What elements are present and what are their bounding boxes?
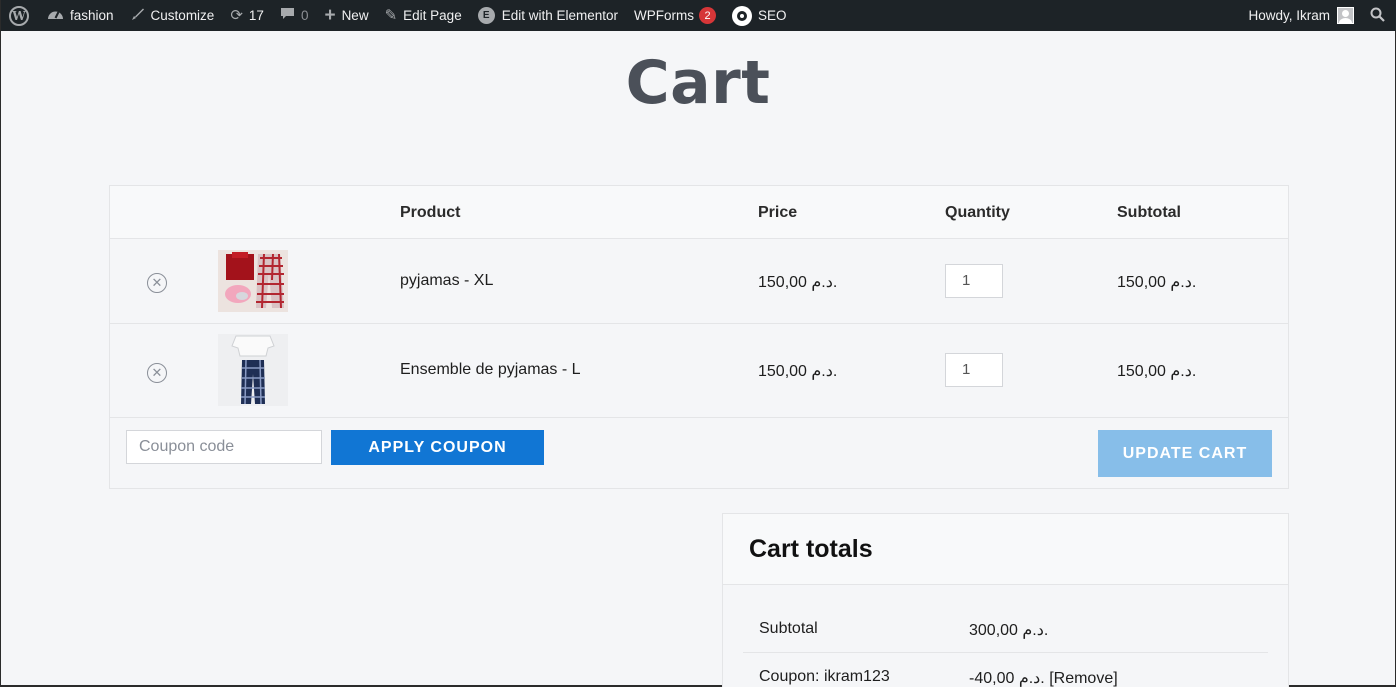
admin-bar: W fashion Customize ⟳ 17 0 + New ✎ Edit …	[1, 0, 1396, 31]
wpforms-notification-badge: 2	[699, 7, 717, 24]
edit-page-link[interactable]: ✎ Edit Page	[377, 0, 470, 31]
apply-coupon-button[interactable]: APPLY COUPON	[331, 430, 544, 465]
my-account-menu[interactable]: Howdy, Ikram	[1240, 0, 1362, 31]
customize-label: Customize	[150, 8, 215, 23]
remove-item-button[interactable]: ✕	[147, 273, 167, 293]
header-price: Price	[758, 204, 798, 221]
howdy-label: Howdy, Ikram	[1248, 8, 1330, 23]
site-name-menu[interactable]: fashion	[39, 0, 122, 31]
edit-page-label: Edit Page	[403, 8, 462, 23]
wpforms-menu[interactable]: WPForms 2	[626, 0, 724, 31]
refresh-icon: ⟳	[230, 7, 243, 24]
coupon-label: Coupon: ikram123	[759, 668, 890, 685]
page-title: Cart	[625, 48, 771, 118]
comments-link[interactable]: 0	[272, 0, 317, 31]
cart-item-row: ✕ pyjamas - XL 150,00 د.م. 1 150,00 د.م.	[110, 239, 1288, 324]
coupon-value: -40,00 د.م.	[969, 670, 1045, 687]
product-thumbnail[interactable]	[218, 250, 288, 312]
new-label: New	[341, 8, 369, 23]
quantity-input[interactable]: 1	[945, 353, 1003, 387]
new-content-menu[interactable]: + New	[316, 0, 376, 31]
totals-divider	[743, 652, 1268, 653]
pyjamas-xl-image	[218, 250, 288, 312]
coupon-discount: -40,00 د.م. [Remove]	[969, 668, 1118, 687]
cart-item-row: ✕ Ensemble de pyjamas - L 150,00 د.م. 1 …	[110, 324, 1288, 418]
elementor-icon: E	[477, 7, 495, 24]
quantity-input[interactable]: 1	[945, 264, 1003, 298]
subtotal-value: 300,00 د.م.	[969, 622, 1049, 639]
site-name-label: fashion	[70, 8, 114, 23]
product-name-link[interactable]: pyjamas - XL	[400, 272, 493, 290]
header-quantity: Quantity	[945, 204, 1010, 221]
cart-totals-header: Cart totals	[723, 514, 1288, 585]
comment-icon	[280, 7, 295, 24]
edit-with-elementor-link[interactable]: E Edit with Elementor	[470, 0, 626, 31]
ensemble-pyjamas-l-image	[218, 334, 288, 406]
pencil-icon: ✎	[384, 7, 398, 24]
cart-totals: Cart totals Subtotal 300,00 د.م. Coupon:…	[722, 513, 1289, 687]
product-subtotal: 150,00 د.م.	[1117, 274, 1197, 291]
header-subtotal: Subtotal	[1117, 204, 1181, 221]
wordpress-logo-menu[interactable]: W	[1, 0, 39, 31]
update-cart-button[interactable]: UPDATE CART	[1098, 430, 1272, 477]
comments-count: 0	[300, 8, 309, 23]
brush-icon	[130, 7, 145, 25]
edit-elementor-label: Edit with Elementor	[501, 8, 619, 23]
product-price: 150,00 د.م.	[758, 274, 838, 291]
product-name-link[interactable]: Ensemble de pyjamas - L	[400, 361, 581, 379]
subtotal-label: Subtotal	[759, 620, 818, 637]
avatar	[1337, 7, 1354, 24]
cart-table: Product Price Quantity Subtotal ✕ pyjama…	[109, 185, 1289, 489]
wordpress-icon: W	[9, 5, 29, 26]
seo-menu[interactable]: SEO	[724, 0, 795, 31]
cart-table-header: Product Price Quantity Subtotal	[110, 186, 1288, 239]
updates-count: 17	[248, 8, 264, 23]
product-subtotal: 150,00 د.م.	[1117, 363, 1197, 380]
remove-coupon-link[interactable]: [Remove]	[1049, 670, 1117, 687]
product-price: 150,00 د.م.	[758, 363, 838, 380]
cart-totals-title: Cart totals	[749, 535, 873, 563]
customize-link[interactable]: Customize	[122, 0, 223, 31]
product-thumbnail[interactable]	[218, 334, 288, 406]
remove-item-button[interactable]: ✕	[147, 363, 167, 383]
header-product: Product	[400, 204, 461, 221]
seo-gear-icon	[732, 5, 753, 26]
search-icon	[1370, 7, 1385, 25]
cart-actions: Coupon code APPLY COUPON UPDATE CART	[110, 418, 1288, 488]
dashboard-icon	[47, 7, 64, 24]
seo-label: SEO	[758, 8, 787, 23]
search-toggle[interactable]	[1362, 0, 1396, 31]
updates-link[interactable]: ⟳ 17	[222, 0, 272, 31]
coupon-code-input[interactable]: Coupon code	[126, 430, 322, 464]
wpforms-label: WPForms	[634, 8, 695, 23]
plus-icon: +	[324, 5, 336, 26]
